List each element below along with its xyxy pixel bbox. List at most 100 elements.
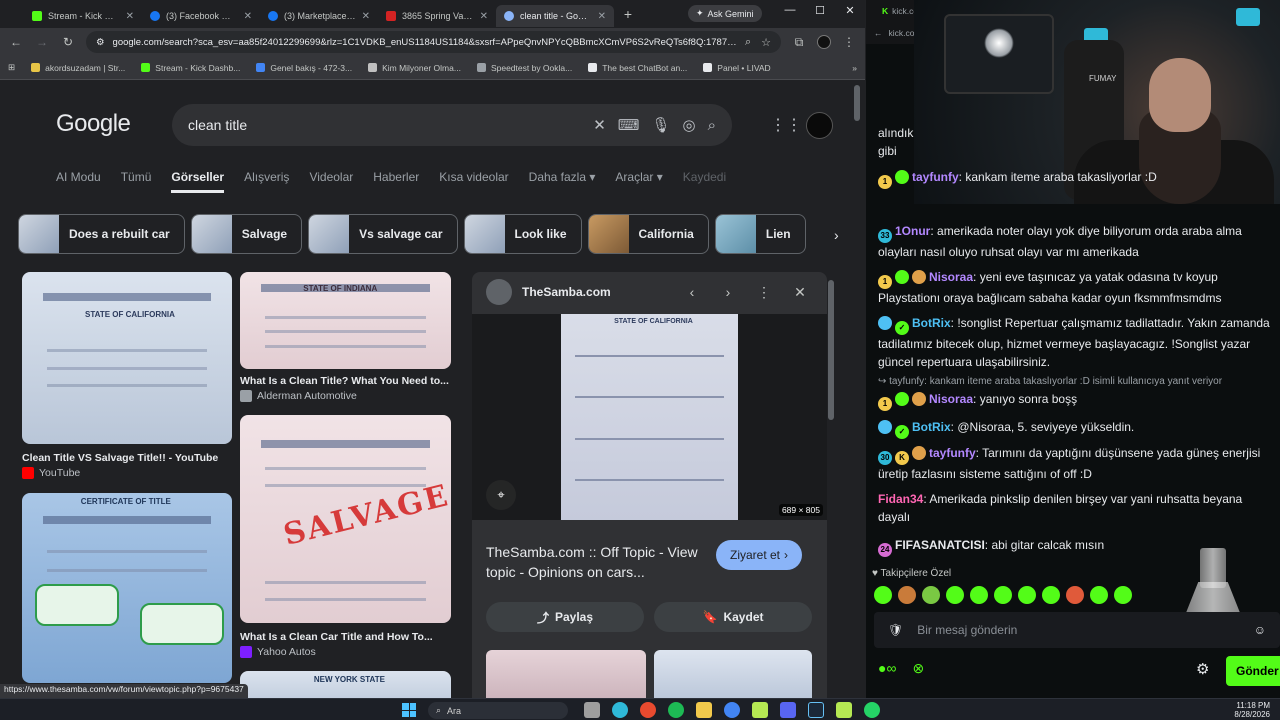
steam-icon[interactable] — [808, 702, 824, 718]
preview-site-name[interactable]: TheSamba.com — [522, 285, 669, 299]
tab-news[interactable]: Haberler — [373, 170, 419, 193]
close-tab-icon[interactable]: ✕ — [598, 11, 606, 22]
tab-spring-valley[interactable]: 3865 Spring Valley ✕ — [378, 5, 496, 27]
tab-shopping[interactable]: Alışveriş — [244, 170, 289, 193]
result-title-1[interactable]: Clean Title VS Salvage Title!! - YouTube — [22, 452, 234, 464]
keyboard-icon[interactable]: ⌨ — [618, 116, 640, 134]
windows-start-icon[interactable] — [402, 703, 416, 717]
google-logo[interactable]: Google — [56, 110, 131, 138]
tab-ai-mode[interactable]: AI Modu — [56, 170, 101, 193]
close-tab-icon[interactable]: ✕ — [480, 11, 488, 22]
chip-vs-salvage[interactable]: Vs salvage car — [308, 214, 458, 254]
result-image-3[interactable]: SALVAGE — [240, 415, 451, 623]
edge-icon[interactable] — [612, 702, 628, 718]
emote-icon[interactable] — [874, 586, 892, 604]
menu-kebab-icon[interactable]: ⋮ — [841, 35, 857, 49]
related-thumbnail[interactable] — [486, 650, 646, 698]
zoom-icon[interactable]: ⌕ — [745, 36, 751, 49]
emote-icon[interactable] — [898, 586, 916, 604]
result-source-1[interactable]: YouTube — [22, 467, 80, 479]
profile-avatar[interactable] — [817, 35, 831, 49]
bookmark-item[interactable]: Panel • LIVAD — [703, 63, 771, 73]
send-button[interactable]: Gönder — [1226, 656, 1280, 686]
chip-california[interactable]: California — [587, 214, 709, 254]
result-image-5[interactable]: NEW YORK STATE — [240, 671, 451, 698]
back-arrow-icon[interactable]: ← — [8, 35, 24, 49]
file-explorer-icon[interactable] — [696, 702, 712, 718]
chat-input[interactable]: 🛡 Bir mesaj gönderin ☺ — [874, 612, 1280, 648]
lens-search-icon[interactable]: ⌖ — [486, 480, 516, 510]
emote-icon[interactable] — [1018, 586, 1036, 604]
minimize-icon[interactable]: — — [775, 4, 805, 17]
chat-settings-gear-icon[interactable]: ⚙ — [1196, 660, 1209, 678]
maximize-icon[interactable]: ☐ — [805, 4, 835, 17]
result-source-2[interactable]: Alderman Automotive — [240, 390, 357, 402]
chips-next-arrow-icon[interactable]: › — [834, 227, 839, 243]
share-button[interactable]: ⤴ Paylaş — [486, 602, 644, 632]
extensions-icon[interactable]: ⧉ — [791, 35, 807, 50]
live-app-icon[interactable] — [836, 702, 852, 718]
emote-icon[interactable] — [1090, 586, 1108, 604]
kick-x-icon[interactable]: ⊗ — [912, 660, 924, 677]
emote-icon[interactable] — [1066, 586, 1084, 604]
tab-marketplace[interactable]: (3) Marketplace - St ✕ — [260, 5, 378, 27]
tab-images[interactable]: Görseller — [171, 170, 225, 193]
emote-icon[interactable] — [1114, 586, 1132, 604]
bookmark-item[interactable]: Speedtest by Ookla... — [476, 63, 572, 73]
close-window-icon[interactable]: ✕ — [835, 4, 865, 17]
preview-scrollbar[interactable] — [828, 280, 834, 420]
site-info-icon[interactable]: ⚙ — [96, 37, 105, 48]
visit-button[interactable]: Ziyaret et › — [716, 540, 803, 570]
reload-icon[interactable]: ↻ — [60, 35, 76, 49]
more-options-icon[interactable]: ⋮ — [751, 284, 777, 301]
new-tab-button[interactable]: + — [618, 6, 638, 22]
next-icon[interactable]: › — [715, 284, 741, 300]
tab-videos[interactable]: Videolar — [309, 170, 353, 193]
chip-lien[interactable]: Lien — [714, 214, 806, 254]
tab-saved[interactable]: Kaydedi — [683, 170, 726, 193]
discord-icon[interactable] — [780, 702, 796, 718]
address-bar[interactable]: ⚙ google.com/search?sca_esv=aa85f2401229… — [86, 31, 781, 53]
task-view-icon[interactable] — [584, 702, 600, 718]
close-preview-icon[interactable]: ✕ — [787, 284, 813, 301]
clear-icon[interactable]: ✕ — [593, 116, 606, 134]
tab-clean-title-google[interactable]: clean title - Google ✕ — [496, 5, 614, 27]
result-title-3[interactable]: What Is a Clean Car Title and How To... — [240, 631, 452, 643]
chip-salvage[interactable]: Salvage — [190, 214, 303, 254]
bookmark-item[interactable]: Kim Milyoner Olma... — [368, 63, 461, 73]
lens-camera-icon[interactable]: ◎ — [683, 116, 696, 134]
close-tab-icon[interactable]: ✕ — [244, 11, 252, 22]
emote-icon[interactable] — [1042, 586, 1060, 604]
close-tab-icon[interactable]: ✕ — [126, 11, 134, 22]
bookmark-item[interactable]: Genel bakış - 472-3... — [256, 63, 352, 73]
bookmarks-overflow-icon[interactable]: » — [852, 63, 857, 73]
preview-image[interactable]: STATE OF CALIFORNIA — [561, 314, 738, 520]
bookmark-item[interactable]: akordsuzadam | Str... — [31, 63, 125, 73]
tab-kick-dashboard[interactable]: Stream - Kick Dashb✕ — [24, 5, 142, 27]
previous-icon[interactable]: ‹ — [679, 284, 705, 300]
back-arrow-icon[interactable]: ← — [874, 28, 883, 38]
result-image-4[interactable]: CERTIFICATE OF TITLE — [22, 493, 232, 683]
tab-short-videos[interactable]: Kısa videolar — [439, 170, 508, 193]
ask-gemini-button[interactable]: ✦ Ask Gemini — [688, 5, 762, 22]
emote-icon[interactable] — [970, 586, 988, 604]
tab-all[interactable]: Tümü — [121, 170, 152, 193]
result-source-3[interactable]: Yahoo Autos — [240, 646, 316, 658]
emote-icon[interactable] — [922, 586, 940, 604]
spotify-icon[interactable] — [668, 702, 684, 718]
chip-look-like[interactable]: Look like — [463, 214, 582, 254]
emote-icon[interactable] — [946, 586, 964, 604]
save-button[interactable]: 🔖 Kaydet — [654, 602, 812, 632]
search-icon[interactable]: ⌕ — [708, 117, 716, 134]
search-input[interactable]: clean title — [188, 117, 581, 133]
page-scrollbar[interactable] — [853, 80, 861, 698]
opera-gx-icon[interactable] — [640, 702, 656, 718]
tab-tools[interactable]: Araçlar ▾ — [615, 170, 662, 193]
taskbar-search[interactable]: ⌕ Ara — [428, 702, 568, 719]
bookmark-star-icon[interactable]: ☆ — [761, 36, 771, 49]
apps-grid-icon[interactable]: ⊞ — [8, 62, 15, 73]
system-clock[interactable]: 11:18 PM 8/28/2026 — [1226, 701, 1270, 719]
related-thumbnail[interactable] — [654, 650, 812, 698]
forward-arrow-icon[interactable]: → — [34, 35, 50, 49]
bookmark-item[interactable]: The best ChatBot an... — [588, 63, 687, 73]
